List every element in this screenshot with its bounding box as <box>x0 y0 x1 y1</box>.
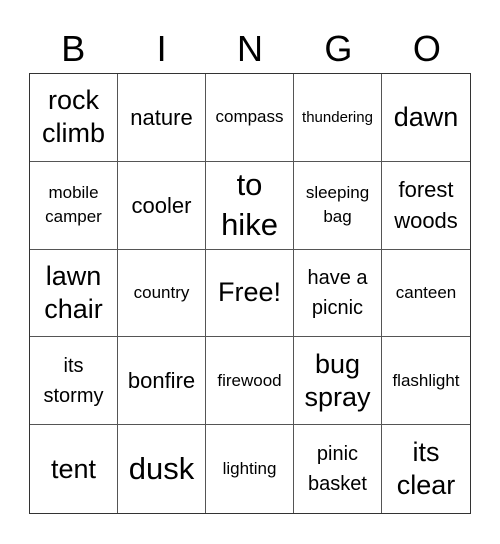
bingo-cell[interactable]: rock climb <box>30 74 118 162</box>
header-letter-g: G <box>324 28 353 69</box>
bingo-cell[interactable]: bonfire <box>118 337 206 426</box>
header-letter-b: B <box>61 28 86 69</box>
bingo-cell[interactable]: sleeping bag <box>294 161 382 250</box>
free-space-cell[interactable]: Free! <box>206 249 294 338</box>
bingo-cell[interactable]: mobile camper <box>30 161 118 250</box>
header-letter-n: N <box>237 28 264 69</box>
bingo-grid: rock climb nature compass thundering daw… <box>29 73 471 514</box>
bingo-cell[interactable]: flashlight <box>382 337 470 426</box>
bingo-cell[interactable]: have a picnic <box>294 249 382 338</box>
bingo-cell[interactable]: its stormy <box>30 337 118 426</box>
bingo-cell[interactable]: dawn <box>382 74 470 162</box>
bingo-cell[interactable]: tent <box>30 425 118 513</box>
bingo-cell[interactable]: country <box>118 249 206 338</box>
bingo-cell[interactable]: bug spray <box>294 337 382 426</box>
bingo-cell[interactable]: cooler <box>118 161 206 250</box>
header-letter-o: O <box>412 28 441 69</box>
bingo-cell[interactable]: dusk <box>118 425 206 513</box>
bingo-cell[interactable]: thundering <box>294 74 382 162</box>
bingo-cell[interactable]: forest woods <box>382 162 470 250</box>
header-letter-i: I <box>156 28 167 69</box>
bingo-cell[interactable]: to hike <box>206 161 294 250</box>
bingo-cell[interactable]: lawn chair <box>30 249 118 338</box>
bingo-cell[interactable]: nature <box>118 74 206 162</box>
bingo-cell[interactable]: canteen <box>382 250 470 338</box>
bingo-cell[interactable]: lighting <box>206 425 294 513</box>
bingo-cell[interactable]: firewood <box>206 337 294 426</box>
bingo-cell[interactable]: compass <box>206 74 294 162</box>
bingo-header: B I N G O <box>29 26 471 72</box>
bingo-cell[interactable]: pinic basket <box>294 425 382 513</box>
bingo-cell[interactable]: its clear <box>382 425 470 513</box>
